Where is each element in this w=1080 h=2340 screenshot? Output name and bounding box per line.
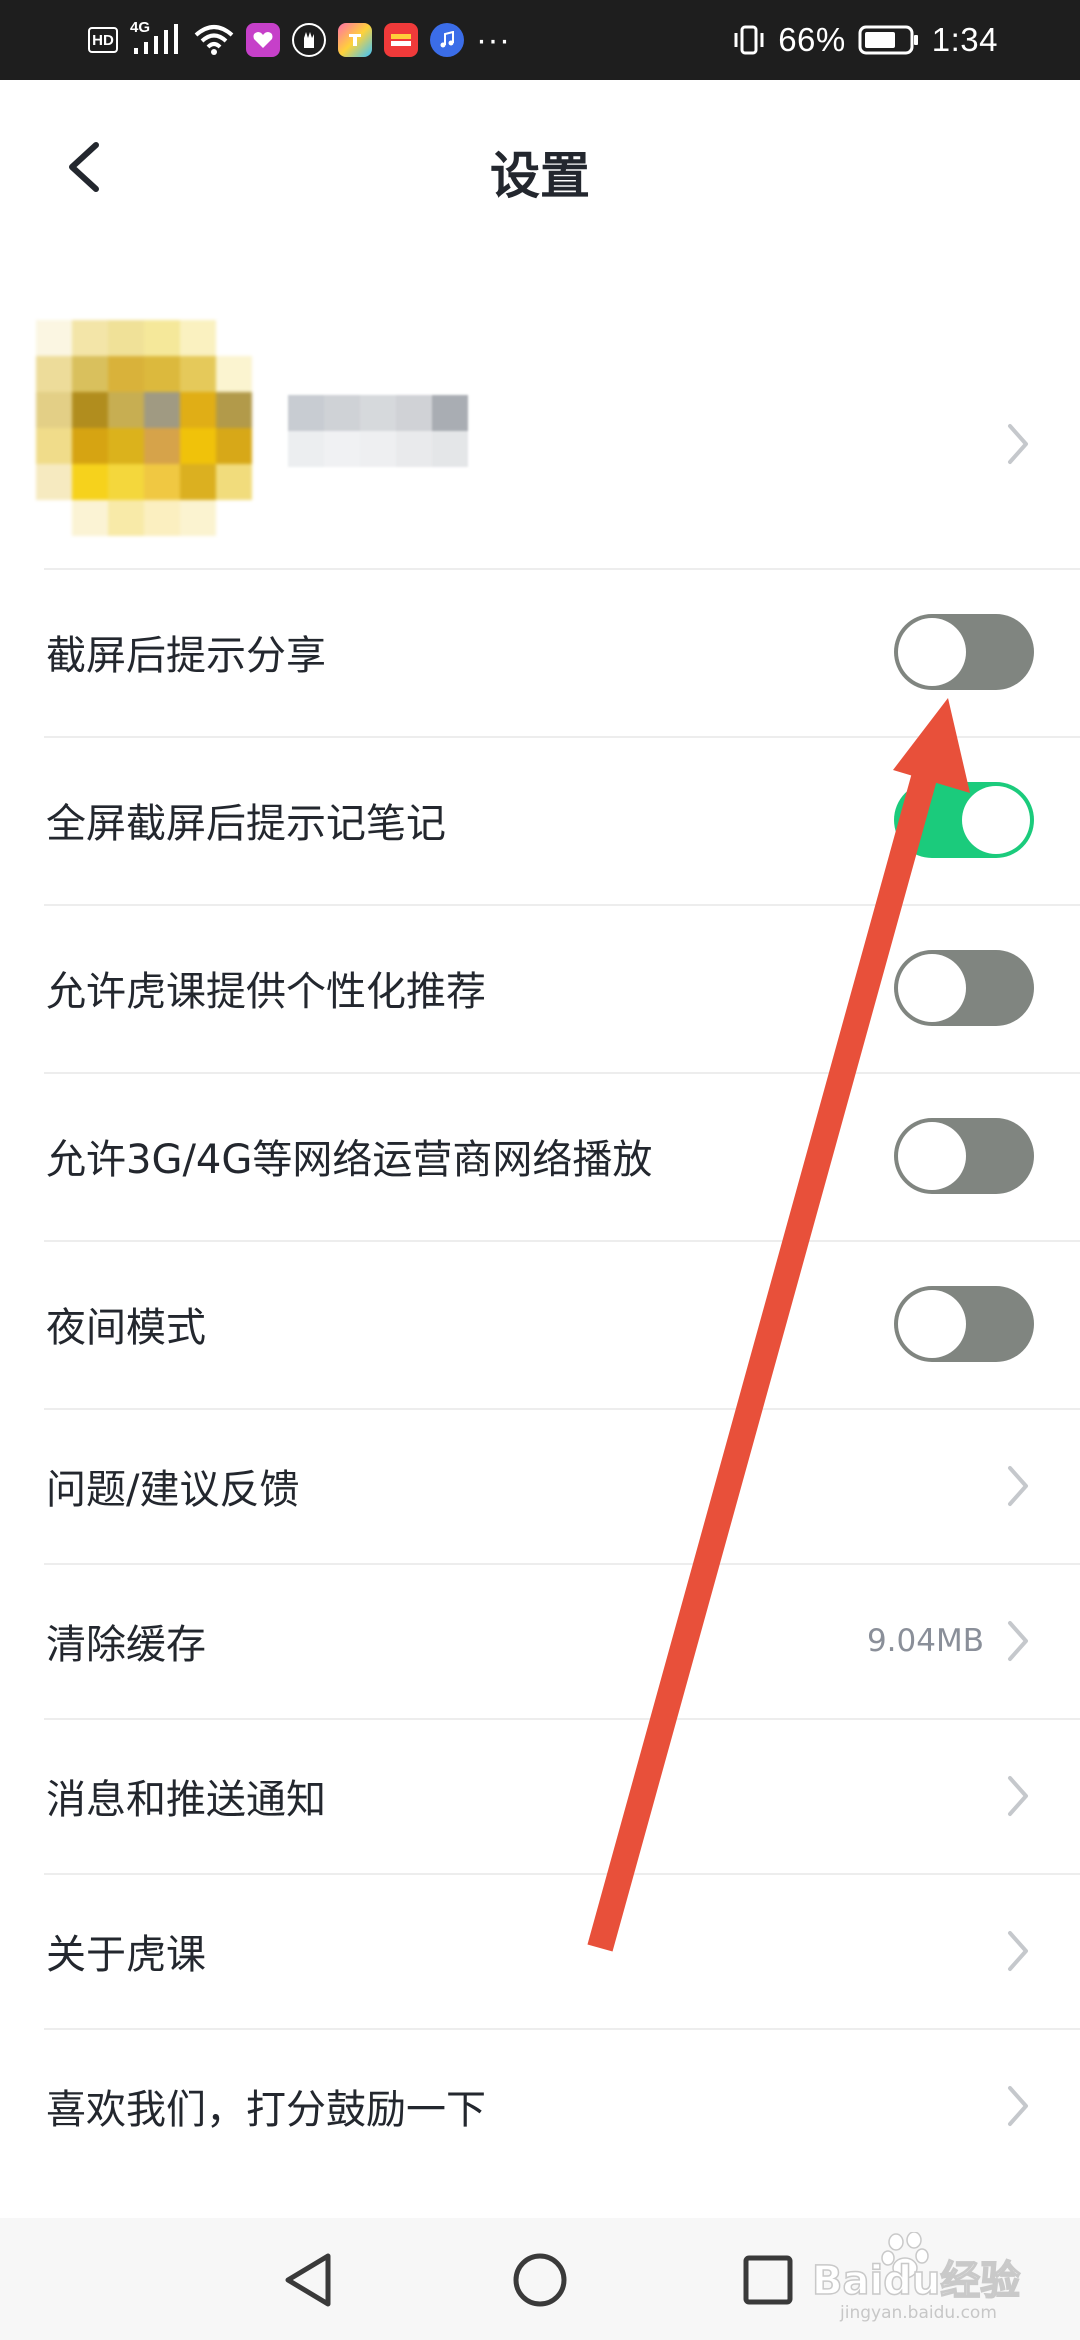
setting-row-clear-cache[interactable]: 清除缓存 9.04MB xyxy=(0,1563,1080,1718)
divider xyxy=(44,904,1080,906)
setting-label: 清除缓存 xyxy=(46,1621,206,1668)
back-triangle-icon xyxy=(285,2253,331,2307)
status-bar-right: 66% 1:34 xyxy=(732,18,998,62)
cache-size: 9.04MB xyxy=(866,1622,984,1659)
toggle-knob xyxy=(898,618,966,686)
setting-label: 允许3G/4G等网络运营商网络播放 xyxy=(46,1137,653,1183)
home-circle-icon xyxy=(513,2253,567,2307)
nav-recents-button[interactable] xyxy=(728,2240,808,2320)
divider xyxy=(44,1408,1080,1410)
divider xyxy=(44,1072,1080,1074)
divider xyxy=(44,1718,1080,1720)
app-icon xyxy=(384,23,418,57)
setting-row-note-after-fullscreen-screenshot: 全屏截屏后提示记笔记 xyxy=(0,736,1080,904)
divider xyxy=(44,1240,1080,1242)
setting-row-personalized-recommendations: 允许虎课提供个性化推荐 xyxy=(0,904,1080,1072)
page-title: 设置 xyxy=(490,147,590,205)
setting-row-feedback[interactable]: 问题/建议反馈 xyxy=(0,1408,1080,1563)
vibrate-icon xyxy=(734,25,764,55)
setting-label: 截屏后提示分享 xyxy=(46,633,326,679)
setting-row-about[interactable]: 关于虎课 xyxy=(0,1873,1080,2028)
setting-row-rate-us[interactable]: 喜欢我们，打分鼓励一下 xyxy=(0,2028,1080,2183)
setting-label: 问题/建议反馈 xyxy=(46,1466,300,1513)
toggle-knob xyxy=(898,954,966,1022)
username-redacted xyxy=(288,395,468,467)
chevron-right-icon xyxy=(1008,1465,1028,1506)
divider xyxy=(44,1873,1080,1875)
setting-label: 允许虎课提供个性化推荐 xyxy=(46,969,486,1015)
setting-label: 喜欢我们，打分鼓励一下 xyxy=(46,2086,486,2133)
battery-percent: 66% xyxy=(778,21,846,58)
watermark-subtext: jingyan.baidu.com xyxy=(839,2303,997,2322)
toggle-knob xyxy=(898,1122,966,1190)
app-icon xyxy=(338,23,372,57)
watermark-text: Baidu经验 xyxy=(812,2258,1020,2304)
app-icon xyxy=(246,23,280,57)
setting-row-notifications[interactable]: 消息和推送通知 xyxy=(0,1718,1080,1873)
settings-screen: HD 4G ··· 66% 1:34 设置 截屏后提示分享 全屏截屏后提示记笔记… xyxy=(0,0,1080,2340)
recents-square-icon xyxy=(743,2255,793,2305)
more-notifications-icon: ··· xyxy=(476,21,511,58)
wifi-icon xyxy=(194,25,234,55)
hd-icon: HD xyxy=(88,27,118,53)
divider xyxy=(44,1563,1080,1565)
battery-icon xyxy=(858,25,918,55)
toggle-knob xyxy=(898,1290,966,1358)
nav-home-button[interactable] xyxy=(500,2240,580,2320)
setting-label: 全屏截屏后提示记笔记 xyxy=(46,801,446,847)
setting-row-share-after-screenshot: 截屏后提示分享 xyxy=(0,568,1080,736)
toggle-mobile-network-playback[interactable] xyxy=(894,1118,1034,1194)
setting-label: 消息和推送通知 xyxy=(46,1776,326,1823)
chevron-right-icon xyxy=(1008,424,1028,464)
divider xyxy=(44,568,1080,570)
app-icon xyxy=(292,23,326,57)
baidu-jingyan-watermark: Baidu经验 jingyan.baidu.com xyxy=(811,2232,1021,2322)
clock: 1:34 xyxy=(931,21,998,58)
nav-back-button[interactable] xyxy=(268,2240,348,2320)
divider xyxy=(44,736,1080,738)
toggle-share-after-screenshot[interactable] xyxy=(894,614,1034,690)
page-header: 设置 xyxy=(0,80,1080,255)
toggle-knob xyxy=(962,786,1030,854)
setting-label: 夜间模式 xyxy=(46,1305,206,1351)
settings-list: 截屏后提示分享 全屏截屏后提示记笔记 允许虎课提供个性化推荐 允许3G/4G等网… xyxy=(0,568,1080,2183)
setting-label: 关于虎课 xyxy=(46,1931,206,1978)
divider xyxy=(44,2028,1080,2030)
avatar xyxy=(36,320,252,536)
toggle-note-after-fullscreen-screenshot[interactable] xyxy=(894,782,1034,858)
chevron-right-icon xyxy=(1008,1775,1028,1816)
chevron-right-icon xyxy=(1008,1620,1028,1661)
profile-row[interactable] xyxy=(0,300,1080,565)
signal-icon: 4G xyxy=(130,20,182,60)
toggle-personalized-recommendations[interactable] xyxy=(894,950,1034,1026)
status-bar: HD 4G ··· 66% 1:34 xyxy=(0,0,1080,80)
toggle-night-mode[interactable] xyxy=(894,1286,1034,1362)
setting-row-mobile-network-playback: 允许3G/4G等网络运营商网络播放 xyxy=(0,1072,1080,1240)
setting-row-night-mode: 夜间模式 xyxy=(0,1240,1080,1408)
chevron-right-icon xyxy=(1008,1930,1028,1971)
status-bar-left: HD 4G ··· xyxy=(88,18,510,62)
chevron-right-icon xyxy=(1008,2085,1028,2126)
app-icon xyxy=(430,23,464,57)
